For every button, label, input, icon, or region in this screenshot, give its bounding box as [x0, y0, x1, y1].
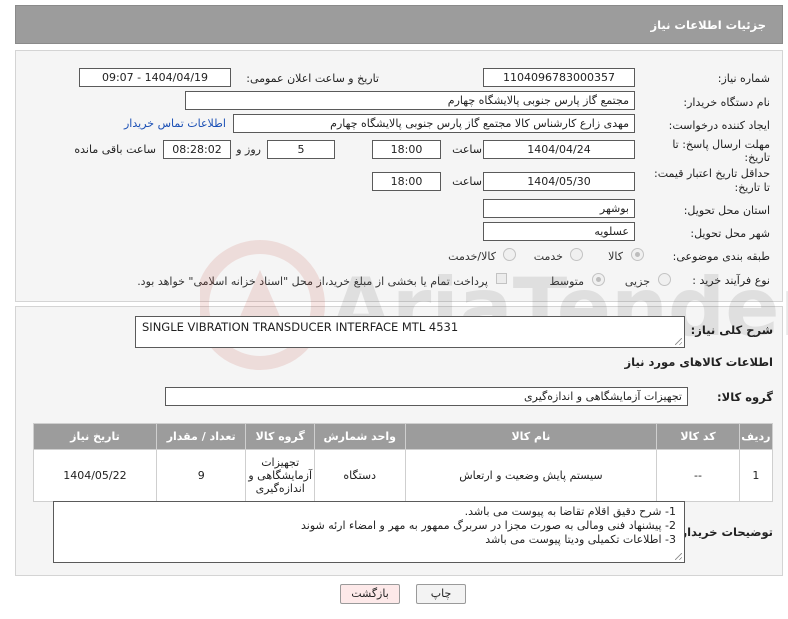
announce-datetime-field: 1404/04/19 - 09:07 [79, 68, 231, 87]
notes-label: توضیحات خریدار: [675, 525, 773, 539]
process-option-minor: جزیی [624, 275, 650, 288]
notes-line: 1- شرح دقیق اقلام تقاضا به پیوست می باشد… [464, 505, 676, 518]
cell-group: تجهیزات آزمایشگاهی و اندازه‌گیری [245, 449, 315, 502]
treasury-checkbox[interactable] [496, 273, 507, 284]
reply-time-label: ساعت [452, 143, 482, 156]
reply-deadline-label-2: تاریخ: [744, 151, 770, 164]
page-header: جزئیات اطلاعات نیاز [15, 5, 783, 44]
price-time-field: 18:00 [372, 172, 441, 191]
goods-group-field: تجهیزات آزمایشگاهی و اندازه‌گیری [165, 387, 688, 406]
creator-label: ایجاد کننده درخواست: [668, 119, 770, 132]
price-date-field: 1404/05/30 [483, 172, 635, 191]
description-text: SINGLE VIBRATION TRANSDUCER INTERFACE MT… [142, 320, 459, 334]
items-table: ردیف کد کالا نام کالا واحد شمارش گروه کا… [33, 423, 774, 502]
notes-line: 3- اطلاعات تکمیلی ودیتا پیوست می باشد [485, 533, 676, 546]
need-number-field: 1104096783000357 [483, 68, 635, 87]
table-header-row: ردیف کد کالا نام کالا واحد شمارش گروه کا… [33, 423, 774, 450]
process-radio-medium[interactable] [592, 273, 605, 286]
city-label: شهر محل تحویل: [690, 227, 770, 240]
col-date: تاریخ نیاز [33, 423, 157, 450]
cell-group-line: آزمایشگاهی و [248, 469, 313, 482]
cell-name: سیستم پایش وضعیت و ارتعاش [404, 449, 658, 502]
creator-field: مهدی زارع کارشناس کالا مجتمع گاز پارس جن… [233, 114, 635, 133]
province-label: استان محل تحویل: [683, 204, 770, 217]
cell-qty: 9 [155, 449, 247, 502]
category-radio-service[interactable] [570, 248, 583, 261]
process-radio-minor[interactable] [658, 273, 671, 286]
description-textarea[interactable]: SINGLE VIBRATION TRANSDUCER INTERFACE MT… [135, 316, 685, 348]
payment-note: پرداخت تمام یا بخشی از مبلغ خرید،از محل … [137, 275, 488, 288]
resize-grip-icon[interactable] [675, 338, 682, 345]
need-number-label: شماره نیاز: [717, 72, 770, 85]
goods-section-title: اطلاعات کالاهای مورد نیاز [624, 355, 773, 369]
category-label: طبقه بندی موضوعی: [672, 250, 770, 263]
reply-date-field: 1404/04/24 [483, 140, 635, 159]
col-name: نام کالا [404, 423, 658, 450]
col-group: گروه کالا [245, 423, 315, 450]
process-label: نوع فرآیند خرید : [692, 274, 770, 287]
notes-content: 1- شرح دقیق اقلام تقاضا به پیوست می باشد… [301, 505, 676, 547]
cell-row: 1 [738, 449, 774, 502]
notes-line: 2- پیشنهاد فنی ومالی به صورت مجزا در سرب… [300, 519, 676, 532]
category-radio-goods[interactable] [631, 248, 644, 261]
category-option-goods-service: کالا/خدمت [448, 250, 496, 263]
resize-grip-icon[interactable] [675, 553, 682, 560]
col-row: ردیف [738, 423, 774, 450]
print-button[interactable]: چاپ [416, 584, 466, 604]
col-qty: تعداد / مقدار [155, 423, 247, 450]
buyer-org-field: مجتمع گاز پارس جنوبی پالایشگاه چهارم [185, 91, 635, 110]
goods-group-label: گروه کالا: [717, 390, 773, 404]
back-button[interactable]: بازگشت [340, 584, 400, 604]
col-code: کد کالا [656, 423, 740, 450]
price-time-label: ساعت [452, 175, 482, 188]
announce-label: تاریخ و ساعت اعلان عمومی: [246, 72, 379, 85]
remaining-time-field: 08:28:02 [163, 140, 231, 159]
province-field: بوشهر [483, 199, 635, 218]
price-validity-label: حداقل تاریخ اعتبار قیمت: [654, 167, 770, 180]
cell-group-line: اندازه‌گیری [255, 482, 305, 495]
cell-group-line: تجهیزات [261, 456, 300, 469]
category-radio-goods-service[interactable] [503, 248, 516, 261]
notes-textarea[interactable]: 1- شرح دقیق اقلام تقاضا به پیوست می باشد… [53, 501, 685, 563]
page-title: جزئیات اطلاعات نیاز [650, 18, 766, 32]
city-field: عسلویه [483, 222, 635, 241]
description-label: شرح کلی نیاز: [690, 323, 773, 337]
remaining-label: ساعت باقی مانده [74, 143, 156, 156]
process-option-medium: متوسط [549, 275, 584, 288]
cell-code: -- [656, 449, 740, 502]
col-unit: واحد شمارش [313, 423, 406, 450]
contact-buyer-link[interactable]: اطلاعات تماس خریدار [124, 117, 226, 130]
category-option-service: خدمت [533, 250, 563, 263]
reply-deadline-label: مهلت ارسال پاسخ: تا [672, 138, 770, 151]
cell-date: 1404/05/22 [33, 449, 157, 502]
days-field: 5 [267, 140, 335, 159]
buyer-org-label: نام دستگاه خریدار: [683, 96, 770, 109]
table-row[interactable]: 1 -- سیستم پایش وضعیت و ارتعاش دستگاه تج… [33, 449, 774, 502]
price-validity-label-2: تا تاریخ: [734, 181, 770, 194]
cell-unit: دستگاه [313, 449, 406, 502]
category-option-goods: کالا [608, 250, 623, 263]
days-label: روز و [236, 143, 261, 156]
reply-time-field: 18:00 [372, 140, 441, 159]
